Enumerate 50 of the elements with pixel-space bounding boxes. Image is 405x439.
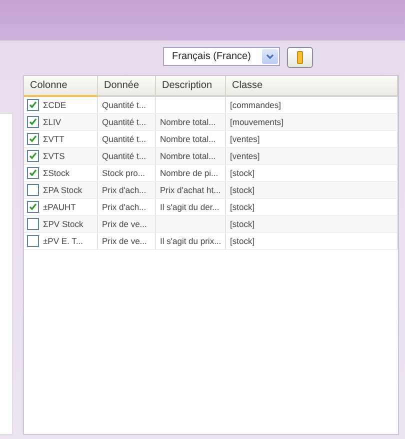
cell-text: ΣVTT	[43, 134, 64, 144]
column-header[interactable]: Description	[156, 76, 226, 97]
cell-text: Stock pro...	[102, 168, 145, 178]
cell-text: Quantité t...	[102, 117, 146, 127]
cell-text: Prix d'ach...	[102, 185, 146, 195]
cell-text: Il s'agit du prix...	[160, 236, 222, 246]
cell-text: Nombre total...	[160, 117, 216, 127]
cell-text: ±PV E. T...	[43, 236, 83, 246]
cell-text: Nombre de pi...	[160, 168, 218, 178]
cell-text: Prix d'ach...	[102, 202, 146, 212]
column-header[interactable]: Donnée	[98, 76, 156, 97]
cell-text: Quantité t...	[102, 151, 146, 161]
cell-text: Quantité t...	[102, 100, 146, 110]
cell-text: ΣLIV	[43, 117, 62, 127]
cell-text: [mouvements]	[230, 117, 284, 127]
checkbox[interactable]	[27, 201, 39, 213]
cell-text: Il s'agit du der...	[160, 202, 220, 212]
cell-text: ΣPV Stock	[43, 219, 84, 229]
cell-text: [stock]	[230, 185, 255, 195]
language-dropdown[interactable]: Français (France)	[163, 47, 280, 66]
cell-text: Nombre total...	[160, 151, 216, 161]
checkbox[interactable]	[27, 116, 39, 128]
chevron-down-icon	[266, 54, 274, 60]
checkbox[interactable]	[27, 218, 39, 230]
cell-text: [ventes]	[230, 151, 260, 161]
cell-text: ΣPA Stock	[43, 185, 82, 195]
cell-text: [stock]	[230, 219, 255, 229]
checkbox[interactable]	[27, 167, 39, 179]
cell-text: [ventes]	[230, 134, 260, 144]
column-header[interactable]: Classe	[226, 76, 398, 97]
cell-text: ±PAUHT	[43, 202, 76, 212]
cell-text: ΣVTS	[43, 151, 65, 161]
toolbar-button[interactable]	[287, 47, 313, 68]
cell-text: [commandes]	[230, 100, 282, 110]
checkbox[interactable]	[27, 150, 39, 162]
cell-text: Prix de ve...	[102, 219, 147, 229]
cell-text: Prix d'achat ht...	[160, 185, 221, 195]
cell-text: Nombre total...	[160, 134, 216, 144]
cell-text: [stock]	[230, 168, 255, 178]
checkbox[interactable]	[27, 184, 39, 196]
cell-text: Quantité t...	[102, 134, 146, 144]
cell-text: ΣCDE	[43, 100, 66, 110]
cell-text: Prix de ve...	[102, 236, 147, 246]
cell-text: [stock]	[230, 236, 255, 246]
column-header[interactable]: Colonne	[24, 76, 98, 97]
cell-text: ΣStock	[43, 168, 70, 178]
cell-text: [stock]	[230, 202, 255, 212]
checkbox[interactable]	[27, 235, 39, 247]
checkbox[interactable]	[27, 133, 39, 145]
checkbox[interactable]	[27, 99, 39, 111]
